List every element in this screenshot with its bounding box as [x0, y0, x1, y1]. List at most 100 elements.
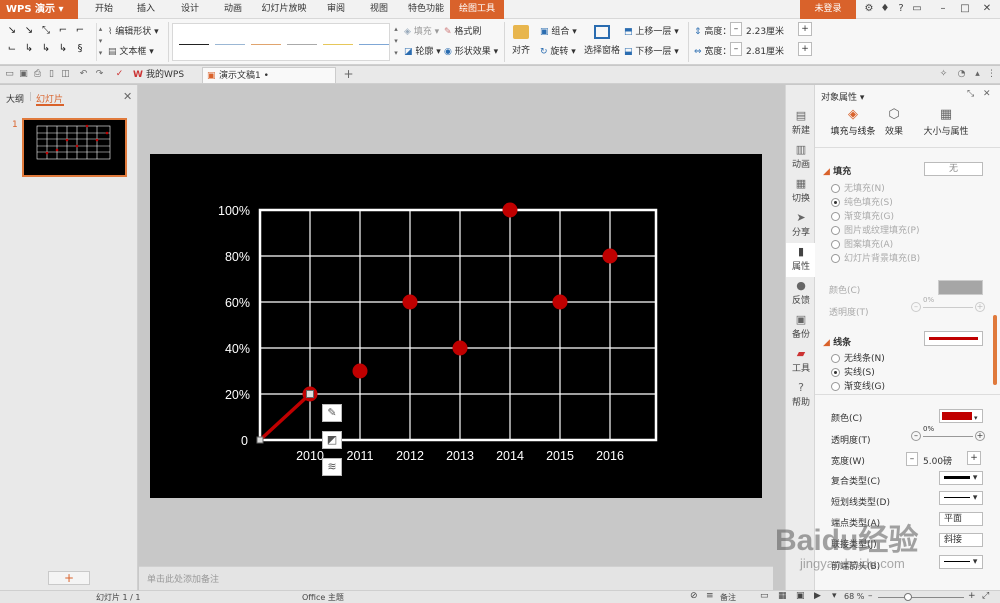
join-type-dropdown[interactable]: 斜接: [939, 533, 983, 547]
undo-icon[interactable]: ↶: [78, 69, 89, 80]
height-decrease[interactable]: –: [730, 22, 742, 36]
elbow-arrow-icon[interactable]: ⌐: [72, 25, 88, 37]
tab-size-properties[interactable]: ▦ 大小与属性: [919, 107, 973, 137]
preview-icon[interactable]: ◫: [60, 69, 71, 80]
open-icon[interactable]: ▭: [4, 69, 15, 80]
minimize-icon[interactable]: –: [936, 2, 950, 16]
fill-none-button[interactable]: 无: [924, 162, 983, 176]
reading-view-icon[interactable]: ▣: [796, 591, 805, 601]
tab-document[interactable]: ▣ 演示文稿1 •: [202, 67, 336, 83]
line-transparency-minus[interactable]: –: [911, 431, 921, 441]
pdf-icon[interactable]: ▯: [46, 69, 57, 80]
send-backward-button[interactable]: ⬓ 下移一层 ▾: [624, 44, 679, 57]
menu-view[interactable]: 视图: [361, 0, 397, 19]
menu-design[interactable]: 设计: [172, 0, 208, 19]
sidebar-feedback[interactable]: ● 反馈: [786, 277, 816, 311]
group-button[interactable]: ▣ 组合 ▾: [540, 24, 577, 37]
freeform-icon[interactable]: §: [72, 43, 88, 55]
shirt-icon[interactable]: ♦: [878, 2, 892, 16]
zoom-in-icon[interactable]: +: [968, 591, 976, 601]
gallery-scroll[interactable]: ▴ ▾ ▾: [96, 23, 104, 61]
redo-icon[interactable]: ↷: [94, 69, 105, 80]
data-point[interactable]: [602, 248, 618, 264]
menu-animation[interactable]: 动画: [215, 0, 251, 19]
tab-outline[interactable]: 大纲: [6, 92, 24, 105]
elbow-connector-icon[interactable]: ⌙: [4, 43, 20, 55]
notes-area[interactable]: 单击此处添加备注: [139, 566, 773, 590]
format-brush-button[interactable]: ✎ 格式刷: [444, 24, 481, 37]
skin-icon[interactable]: ⚙: [862, 2, 876, 16]
skin-small-icon[interactable]: ◔: [956, 69, 967, 80]
tab-my-wps[interactable]: W 我的WPS: [130, 67, 198, 83]
slideshow-icon[interactable]: ▶: [814, 591, 821, 601]
line-style-gallery[interactable]: [172, 23, 390, 61]
line-style-preview[interactable]: [924, 331, 983, 346]
slide-thumbnail[interactable]: [22, 118, 127, 177]
selected-line-shape[interactable]: [258, 392, 312, 442]
close-panel-icon[interactable]: ✕: [123, 90, 132, 103]
select-pane-button[interactable]: 选择窗格: [584, 23, 620, 61]
login-button[interactable]: 未登录: [800, 0, 856, 19]
line-arrow-icon[interactable]: ↘: [21, 25, 37, 37]
shape-style-button[interactable]: ✎: [322, 404, 342, 422]
line-option-solid[interactable]: 实线(S): [831, 365, 875, 378]
menu-slideshow[interactable]: 幻灯片放映: [256, 0, 312, 19]
line-option-none[interactable]: 无线条(N): [831, 351, 885, 364]
curve-connector-icon[interactable]: ↳: [21, 43, 37, 55]
print-icon[interactable]: ⎙: [32, 69, 43, 80]
tab-effects[interactable]: ⬡ 效果: [877, 107, 911, 137]
collapse-ribbon-icon[interactable]: ▴: [972, 69, 983, 80]
zoom-slider-thumb[interactable]: [904, 593, 912, 601]
compound-type-dropdown[interactable]: ▾: [939, 471, 983, 485]
shape-gallery[interactable]: ↘ ↘ ⤡ ⌐ ⌐ ⌙ ↳ ↳ ↳ §: [4, 23, 92, 61]
menu-insert[interactable]: 插入: [128, 0, 164, 19]
fill-option-none[interactable]: 无填充(N): [831, 181, 885, 194]
format-painter-icon[interactable]: ✓: [114, 69, 125, 80]
data-point[interactable]: [352, 363, 368, 379]
menu-features[interactable]: 特色功能: [404, 0, 448, 19]
menu-home[interactable]: 开始: [86, 0, 122, 19]
rotate-button[interactable]: ↻ 旋转 ▾: [540, 44, 576, 57]
fill-option-background[interactable]: 幻灯片背景填充(B): [831, 251, 920, 264]
panel-title[interactable]: 对象属性 ▾: [821, 90, 864, 103]
zoom-value[interactable]: 68 %: [844, 592, 864, 601]
line-transparency-plus[interactable]: +: [975, 431, 985, 441]
height-increase[interactable]: +: [798, 22, 812, 36]
new-tab-icon[interactable]: +: [343, 68, 354, 80]
line-color-picker[interactable]: ▾: [939, 409, 983, 423]
shape-effects-button[interactable]: ◉ 形状效果 ▾: [444, 44, 498, 57]
fill-transparency-plus[interactable]: +: [975, 302, 985, 312]
pin-icon[interactable]: ✧: [938, 69, 949, 80]
curve-arrow-icon[interactable]: ↳: [38, 43, 54, 55]
slideshow-settings-icon[interactable]: ▾: [832, 591, 837, 601]
data-point[interactable]: [502, 202, 518, 218]
outline-button[interactable]: ◪ 轮廓 ▾: [404, 44, 441, 57]
fill-transparency-slider[interactable]: [923, 307, 973, 308]
maximize-icon[interactable]: □: [958, 2, 972, 16]
line-arrow-icon[interactable]: ↘: [4, 25, 20, 37]
line-section-header[interactable]: ◢ 线条: [823, 335, 851, 348]
add-slide-button[interactable]: +: [48, 571, 90, 585]
normal-view-icon[interactable]: ▭: [760, 591, 769, 601]
width-value[interactable]: 2.81厘米: [746, 44, 784, 57]
undock-icon[interactable]: ⤡: [967, 89, 974, 99]
arrow-start-dropdown[interactable]: ▾: [939, 555, 983, 569]
notes-toggle-icon[interactable]: ≡: [706, 591, 714, 601]
line-transparency-slider[interactable]: [923, 436, 973, 437]
fill-button[interactable]: ◈ 填充 ▾: [404, 24, 439, 37]
edit-shape-button[interactable]: ⌇ 编辑形状 ▾: [108, 24, 159, 37]
bring-forward-button[interactable]: ⬒ 上移一层 ▾: [624, 24, 679, 37]
menu-drawing-tools[interactable]: 绘图工具: [450, 0, 504, 19]
width-increase[interactable]: +: [798, 42, 812, 56]
dash-type-dropdown[interactable]: ▾: [939, 491, 983, 505]
line-width-decrease[interactable]: –: [906, 452, 918, 466]
zoom-slider[interactable]: [878, 597, 964, 598]
notes-toggle[interactable]: 备注: [720, 592, 736, 603]
line-option-gradient[interactable]: 渐变线(G): [831, 379, 885, 392]
line-width-value[interactable]: 5.00磅: [923, 454, 952, 467]
tab-fill-line[interactable]: ◈ 填充与线条: [823, 107, 883, 137]
sorter-view-icon[interactable]: ▦: [778, 591, 787, 601]
zoom-out-icon[interactable]: –: [868, 591, 873, 601]
panel-scrollbar[interactable]: [993, 315, 997, 385]
data-point[interactable]: [402, 294, 418, 310]
